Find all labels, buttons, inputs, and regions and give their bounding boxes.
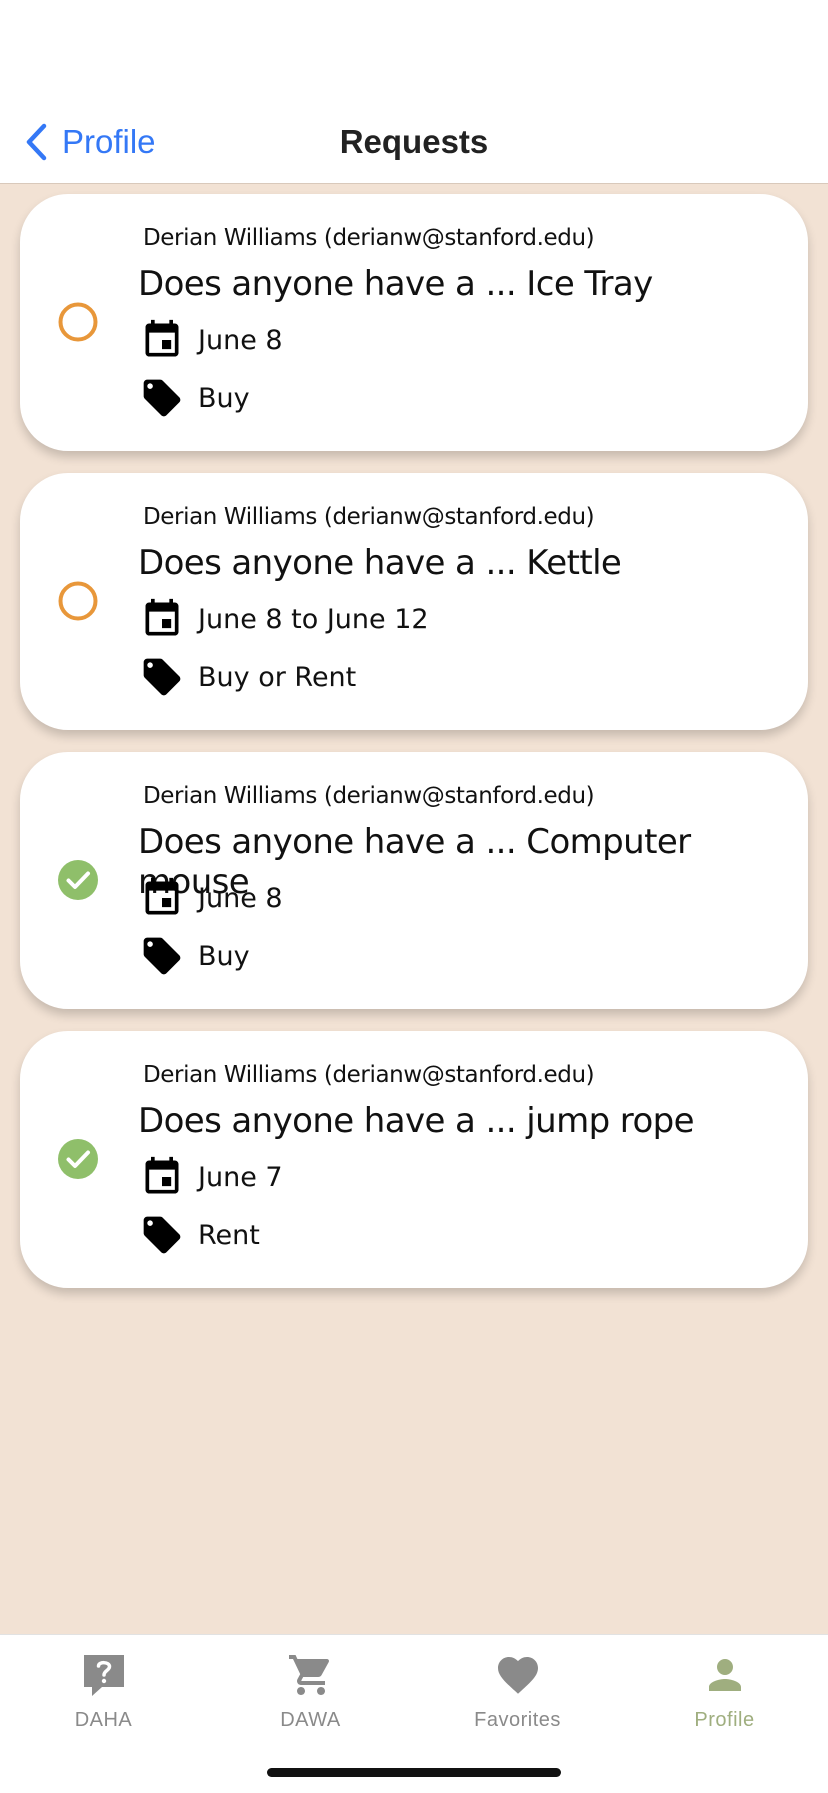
- request-date-row: June 8: [140, 318, 283, 362]
- request-date: June 8: [198, 324, 283, 356]
- tag-icon: [143, 379, 181, 417]
- person-icon: [708, 1659, 741, 1691]
- request-type-row: Rent: [140, 1213, 260, 1257]
- heart-icon: [497, 1657, 538, 1694]
- request-title: Does anyone have a ... jump rope: [138, 1101, 695, 1141]
- request-type: Buy or Rent: [198, 661, 357, 693]
- request-date: June 8: [198, 882, 283, 914]
- calendar-icon: [145, 319, 179, 357]
- request-date-row: June 8: [140, 876, 283, 920]
- tab-favorites[interactable]: Favorites: [414, 1645, 621, 1745]
- request-type: Buy: [198, 382, 250, 414]
- tab-label: DAWA: [280, 1709, 341, 1731]
- calendar-icon: [145, 877, 179, 915]
- tab-label: DAHA: [74, 1709, 133, 1731]
- tab-dawa[interactable]: DAWA: [207, 1645, 414, 1745]
- check-circle-icon[interactable]: [58, 1139, 98, 1179]
- request-title: Does anyone have a ... Ice Tray: [138, 264, 653, 304]
- request-type-row: Buy: [140, 934, 250, 978]
- request-card[interactable]: Derian Williams (derianw@stanford.edu) D…: [20, 752, 808, 1009]
- tab-profile[interactable]: Profile: [621, 1645, 828, 1745]
- calendar-icon: [145, 1156, 179, 1194]
- request-author: Derian Williams (derianw@stanford.edu): [143, 783, 595, 809]
- request-date: June 8 to June 12: [198, 603, 429, 635]
- tag-icon: [143, 1216, 181, 1254]
- open-status-icon[interactable]: [58, 302, 98, 342]
- request-card[interactable]: Derian Williams (derianw@stanford.edu) D…: [20, 194, 808, 451]
- tab-label: Profile: [694, 1709, 755, 1731]
- request-title: Does anyone have a ... Kettle: [138, 543, 622, 583]
- check-circle-icon[interactable]: [58, 860, 98, 900]
- cart-icon: [288, 1655, 329, 1695]
- home-indicator: [267, 1768, 561, 1777]
- tag-icon: [143, 937, 181, 975]
- request-date-row: June 7: [140, 1155, 283, 1199]
- calendar-icon: [145, 598, 179, 636]
- request-date: June 7: [198, 1161, 283, 1193]
- request-card[interactable]: Derian Williams (derianw@stanford.edu) D…: [20, 473, 808, 730]
- tab-daha[interactable]: DAHA: [0, 1645, 207, 1745]
- request-card[interactable]: Derian Williams (derianw@stanford.edu) D…: [20, 1031, 808, 1288]
- request-type-row: Buy: [140, 376, 250, 420]
- request-type: Buy: [198, 940, 250, 972]
- question-bubble-icon: [83, 1655, 124, 1696]
- request-author: Derian Williams (derianw@stanford.edu): [143, 1062, 595, 1088]
- nav-header: Profile Requests: [0, 0, 828, 184]
- tab-label: Favorites: [474, 1709, 561, 1731]
- request-list: Derian Williams (derianw@stanford.edu) D…: [20, 194, 808, 1310]
- request-type: Rent: [198, 1219, 260, 1251]
- request-type-row: Buy or Rent: [140, 655, 356, 699]
- request-author: Derian Williams (derianw@stanford.edu): [143, 225, 595, 251]
- tag-icon: [143, 658, 181, 696]
- request-date-row: June 8 to June 12: [140, 597, 429, 641]
- request-author: Derian Williams (derianw@stanford.edu): [143, 504, 595, 530]
- open-status-icon[interactable]: [58, 581, 98, 621]
- page-title: Requests: [339, 123, 489, 160]
